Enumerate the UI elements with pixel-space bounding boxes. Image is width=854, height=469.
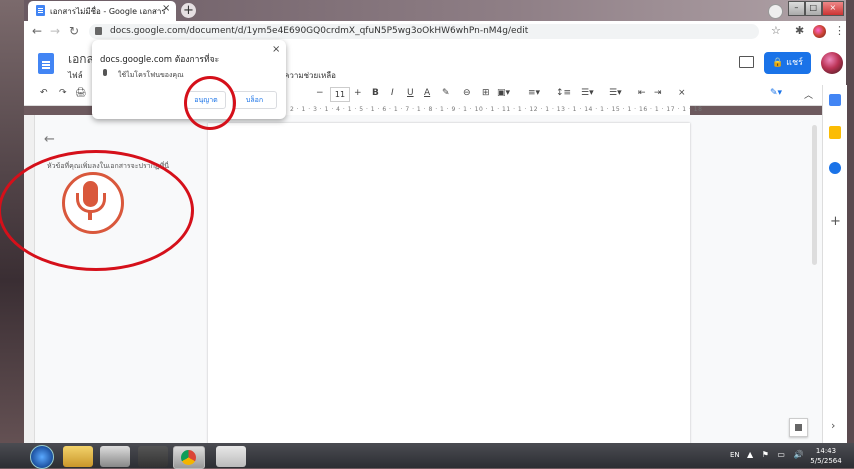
maximize-button[interactable]: □ bbox=[804, 1, 822, 16]
back-arrow-icon[interactable]: ← bbox=[32, 24, 42, 38]
checklist-icon[interactable]: ☰▾ bbox=[581, 88, 594, 98]
annotation-circle-allow bbox=[184, 76, 236, 130]
url-text[interactable]: docs.google.com/document/d/1ym5e4E690GQ0… bbox=[110, 26, 528, 36]
lock-icon[interactable] bbox=[95, 27, 102, 35]
add-addon-icon[interactable]: + bbox=[830, 214, 841, 229]
start-button[interactable] bbox=[30, 445, 54, 469]
underline-button[interactable]: U bbox=[407, 88, 414, 98]
popup-close-icon[interactable]: × bbox=[272, 44, 280, 55]
vertical-scrollbar[interactable] bbox=[812, 125, 817, 265]
microphone-small-icon bbox=[103, 69, 107, 76]
calendar-icon[interactable] bbox=[829, 94, 841, 106]
clock-time: 14:43 bbox=[815, 447, 837, 455]
bold-button[interactable]: B bbox=[372, 88, 379, 98]
font-size-decrease-button[interactable]: − bbox=[316, 88, 324, 98]
document-title[interactable]: เอกส bbox=[68, 50, 94, 69]
taskbar-media-icon[interactable] bbox=[100, 446, 130, 467]
extensions-puzzle-icon[interactable]: ✱ bbox=[795, 24, 804, 37]
redo-icon[interactable]: ↷ bbox=[59, 88, 67, 98]
popup-description: ใช้ไมโครโฟนของคุณ bbox=[118, 71, 184, 79]
forward-arrow-icon[interactable]: → bbox=[50, 24, 60, 38]
highlight-pen-icon[interactable]: ✎ bbox=[442, 88, 450, 98]
image-insert-icon[interactable]: ▣▾ bbox=[497, 88, 510, 98]
explore-button[interactable] bbox=[789, 418, 808, 437]
tab-close-icon[interactable]: × bbox=[162, 3, 170, 14]
menu-help[interactable]: ความช่วยเหลือ bbox=[284, 69, 336, 82]
taskbar-explorer-icon[interactable] bbox=[63, 446, 93, 467]
expand-panel-icon[interactable]: › bbox=[831, 419, 835, 432]
font-size-increase-button[interactable]: + bbox=[354, 88, 362, 98]
ruler-labels: 2 · 1 · 3 · 1 · 4 · 1 · 5 · 1 · 6 · 1 · … bbox=[290, 106, 703, 113]
align-icon[interactable]: ≡▾ bbox=[528, 88, 540, 98]
user-avatar[interactable] bbox=[821, 52, 843, 74]
outline-back-arrow-icon[interactable]: ← bbox=[44, 132, 55, 147]
text-color-button[interactable]: A bbox=[424, 88, 430, 98]
bullet-list-icon[interactable]: ☰▾ bbox=[609, 88, 622, 98]
system-tray-icons[interactable]: ▲ ⚑ ▭ 🔊 bbox=[747, 450, 806, 459]
block-button[interactable]: บล็อก bbox=[232, 91, 277, 109]
decrease-indent-icon[interactable]: ⇤ bbox=[638, 88, 646, 98]
menu-file[interactable]: ไฟล์ bbox=[68, 69, 83, 82]
taskbar-presentation-icon[interactable] bbox=[216, 446, 246, 467]
profile-icon[interactable] bbox=[768, 4, 783, 19]
editing-mode-icon[interactable]: ✎▾ bbox=[770, 88, 782, 98]
taskbar-chrome-icon[interactable] bbox=[173, 446, 205, 469]
new-tab-button[interactable]: + bbox=[181, 3, 196, 18]
docs-favicon-icon bbox=[36, 5, 45, 16]
clock[interactable]: 14:43 5/5/2564 bbox=[808, 446, 844, 466]
link-icon[interactable]: ⊖ bbox=[463, 88, 471, 98]
tab-title: เอกสารไม่มีชื่อ - Google เอกสาร bbox=[50, 7, 166, 16]
share-label: แชร์ bbox=[786, 58, 803, 68]
window-controls: – □ × bbox=[788, 1, 844, 16]
minimize-button[interactable]: – bbox=[788, 1, 805, 16]
tasks-icon[interactable] bbox=[829, 162, 841, 174]
comment-history-icon[interactable] bbox=[739, 56, 754, 68]
font-size-input[interactable]: 11 bbox=[330, 87, 350, 102]
share-button[interactable]: 🔒 แชร์ bbox=[764, 52, 811, 74]
clock-date: 5/5/2564 bbox=[810, 457, 842, 465]
reload-icon[interactable]: ↻ bbox=[69, 24, 79, 38]
browser-avatar[interactable] bbox=[813, 25, 826, 38]
taskbar-app-icon[interactable] bbox=[138, 446, 168, 467]
clear-format-icon[interactable]: ⨯ bbox=[678, 88, 686, 98]
increase-indent-icon[interactable]: ⇥ bbox=[654, 88, 662, 98]
keep-icon[interactable] bbox=[829, 126, 841, 139]
document-page[interactable] bbox=[208, 123, 690, 448]
desktop-background-right bbox=[846, 0, 854, 468]
line-spacing-icon[interactable]: ↕≡ bbox=[556, 88, 571, 98]
italic-button[interactable]: I bbox=[391, 88, 394, 98]
collapse-toolbar-icon[interactable]: ︿ bbox=[804, 88, 813, 101]
docs-logo-icon[interactable] bbox=[38, 53, 54, 74]
comment-add-icon[interactable]: ⊞ bbox=[482, 88, 490, 98]
bookmark-star-icon[interactable]: ☆ bbox=[771, 24, 781, 37]
annotation-circle-mic bbox=[0, 150, 194, 271]
undo-icon[interactable]: ↶ bbox=[40, 88, 48, 98]
close-window-button[interactable]: × bbox=[821, 1, 844, 16]
browser-menu-icon[interactable]: ⋮ bbox=[834, 24, 845, 37]
print-icon[interactable]: 🖨 bbox=[75, 88, 86, 98]
language-indicator[interactable]: EN bbox=[730, 451, 740, 459]
popup-title: docs.google.com ต้องการที่จะ bbox=[100, 55, 220, 65]
